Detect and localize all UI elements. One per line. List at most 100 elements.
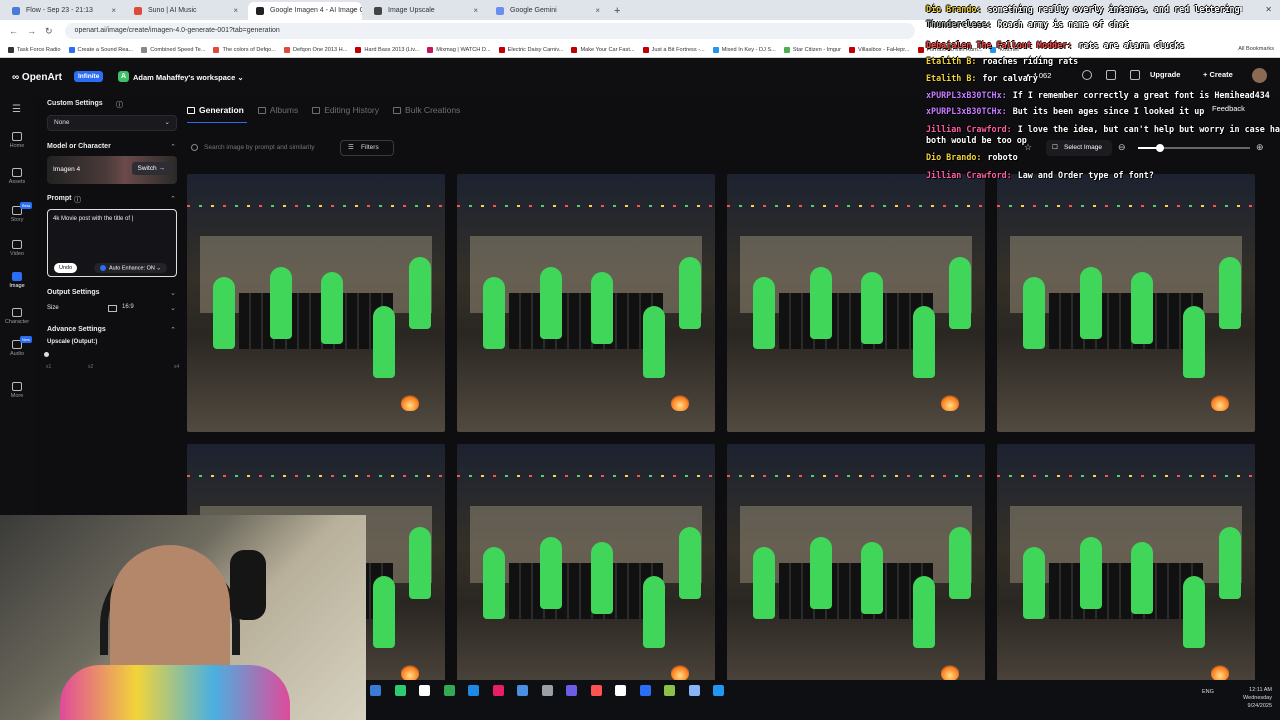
system-clock[interactable]: 12:11 AM Wednesday 9/24/2025 bbox=[1243, 686, 1272, 710]
tab-bulk-creations[interactable]: Bulk Creations bbox=[393, 103, 460, 117]
prompt-textarea[interactable]: 4k Movie post with the title of | Undo A… bbox=[47, 209, 177, 277]
frog-costume-figure bbox=[912, 575, 935, 648]
taskbar-app-icon[interactable] bbox=[590, 685, 602, 696]
taskbar-app-icon[interactable] bbox=[713, 685, 724, 696]
os-taskbar: ENG 12:11 AM Wednesday 9/24/2025 bbox=[366, 680, 1280, 720]
frog-costume-figure bbox=[948, 526, 971, 599]
new-tab-icon[interactable]: + bbox=[614, 2, 620, 20]
webcam-overlay bbox=[0, 515, 366, 720]
forward-icon[interactable]: → bbox=[27, 26, 36, 36]
bookmark-item[interactable]: Electric Daisy Carniv... bbox=[498, 46, 563, 53]
browser-tab[interactable]: Google Gemini × bbox=[488, 2, 606, 20]
chat-text: for calvary bbox=[982, 73, 1038, 83]
taskbar-app-icon[interactable] bbox=[468, 685, 479, 696]
generated-image[interactable] bbox=[997, 444, 1255, 702]
bookmark-item[interactable]: The colors of Defqo... bbox=[213, 46, 276, 53]
image-search-input[interactable]: Search image by prompt and similarity bbox=[187, 140, 337, 156]
generated-image[interactable] bbox=[997, 174, 1255, 432]
rail-item-home[interactable]: Home bbox=[0, 132, 34, 149]
chat-text: Law and Order type of font? bbox=[1017, 170, 1154, 180]
chat-text: roaches riding rats bbox=[982, 56, 1079, 66]
undo-button[interactable]: Undo bbox=[54, 263, 78, 273]
chat-message: Jillian Crawford: I love the idea, but ca… bbox=[926, 124, 1280, 134]
taskbar-app-icon[interactable] bbox=[664, 685, 675, 696]
rail-item-label: Assets bbox=[8, 179, 26, 185]
bookmark-item[interactable]: Star Citizen - Imgur bbox=[783, 46, 841, 53]
browser-tab[interactable]: Google Imagen 4 - AI Image G... × bbox=[248, 2, 362, 20]
bookmark-label: Mixed In Key - DJ S... bbox=[721, 46, 776, 53]
chat-username: Thunderclese: bbox=[926, 19, 992, 29]
frog-costume-figure bbox=[372, 305, 395, 378]
advanced-settings-heading: Advance Settings bbox=[47, 326, 106, 333]
rail-item-story[interactable]: Story Beta bbox=[0, 202, 34, 223]
generated-image[interactable] bbox=[727, 174, 985, 432]
chevron-up-icon[interactable]: ⌃ bbox=[170, 195, 176, 203]
info-icon[interactable]: ⓘ bbox=[116, 100, 123, 110]
upscale-slider-handle[interactable] bbox=[44, 352, 49, 357]
bookmark-label: Just a Bit Fortress -... bbox=[651, 46, 705, 53]
generated-image[interactable] bbox=[457, 444, 715, 702]
rail-item-more[interactable]: More bbox=[0, 382, 34, 399]
bookmark-item[interactable]: Villasibox - FaHepr... bbox=[849, 46, 910, 53]
taskbar-app-icon[interactable] bbox=[394, 685, 406, 696]
tab-label: Google Gemini bbox=[510, 7, 557, 14]
rail-item-character[interactable]: Character bbox=[0, 308, 34, 325]
close-tab-icon[interactable]: × bbox=[233, 2, 238, 20]
taskbar-app-icon[interactable] bbox=[688, 685, 700, 696]
chat-username: xPURPL3xB30TCHx: bbox=[926, 90, 1007, 100]
chevron-down-icon[interactable]: ⌄ bbox=[170, 289, 176, 297]
taskbar-app-icon[interactable] bbox=[639, 685, 651, 696]
rail-item-image[interactable]: Image bbox=[0, 272, 34, 289]
taskbar-app-icon[interactable] bbox=[615, 685, 626, 696]
taskbar-app-icon[interactable] bbox=[517, 685, 528, 696]
rail-item-video[interactable]: Video bbox=[0, 240, 34, 257]
info-icon[interactable]: ⓘ bbox=[74, 195, 81, 205]
url-field[interactable]: openart.ai/image/create/imagen-4.0-gener… bbox=[64, 23, 915, 39]
taskbar-app-icon[interactable] bbox=[419, 685, 430, 696]
taskbar-app-icon[interactable] bbox=[541, 685, 553, 696]
taskbar-app-icon[interactable] bbox=[370, 685, 381, 696]
chevron-up-icon[interactable]: ⌃ bbox=[170, 326, 176, 334]
switch-model-button[interactable]: Switch → bbox=[131, 162, 171, 175]
bookmark-item[interactable]: Hard Bass 2013 (Liv... bbox=[355, 46, 419, 53]
bookmark-item[interactable]: Make Your Car Fast... bbox=[571, 46, 635, 53]
frog-costume-figure bbox=[408, 526, 431, 599]
tab-generation[interactable]: Generation bbox=[187, 103, 244, 117]
chevron-down-icon[interactable]: ⌄ bbox=[170, 304, 176, 312]
browser-tab[interactable]: Image Upscale × bbox=[366, 2, 484, 20]
string-lights bbox=[187, 474, 445, 477]
chat-username: Dio Brando: bbox=[926, 4, 982, 14]
streamer-shirt bbox=[60, 665, 290, 720]
rail-item-label: Character bbox=[4, 319, 30, 325]
taskbar-app-icon[interactable] bbox=[443, 685, 455, 696]
taskbar-app-icon[interactable] bbox=[566, 685, 577, 696]
chevron-up-icon[interactable]: ⌃ bbox=[170, 143, 176, 151]
rail-item-assets[interactable]: Assets bbox=[0, 168, 34, 185]
chat-message: Dio Brando: something really overly inten… bbox=[926, 4, 1240, 14]
close-tab-icon[interactable]: × bbox=[473, 2, 478, 20]
frog-costume-figure bbox=[1022, 277, 1045, 350]
bookmark-label: Defqon One 2013 H... bbox=[292, 46, 348, 53]
rail-item-audio[interactable]: Audio New bbox=[0, 336, 34, 357]
bookmark-item[interactable]: Mixed In Key - DJ S... bbox=[712, 46, 776, 53]
close-tab-icon[interactable]: × bbox=[351, 2, 356, 20]
generated-image[interactable] bbox=[457, 174, 715, 432]
size-value[interactable]: 16:9 bbox=[122, 304, 134, 310]
language-indicator[interactable]: ENG bbox=[1202, 689, 1214, 695]
back-icon[interactable]: ← bbox=[9, 26, 18, 36]
tab-albums[interactable]: Albums bbox=[257, 103, 298, 117]
model-card[interactable]: Imagen 4 Switch → bbox=[47, 156, 177, 184]
taskbar-app-icon[interactable] bbox=[492, 685, 504, 696]
close-tab-icon[interactable]: × bbox=[595, 2, 600, 20]
bookmark-item[interactable]: Defqon One 2013 H... bbox=[283, 46, 348, 53]
auto-enhance-toggle[interactable]: Auto Enhance: ON ⌄ bbox=[94, 262, 168, 273]
generated-image[interactable] bbox=[727, 444, 985, 702]
filters-button[interactable]: ☰ Filters bbox=[340, 140, 394, 156]
custom-settings-select[interactable]: None ⌄ bbox=[47, 115, 177, 131]
bookmark-item[interactable]: Mixmag | WATCH D... bbox=[427, 46, 491, 53]
bookmark-item[interactable]: Just a Bit Fortress -... bbox=[642, 46, 705, 53]
tab-editing-history[interactable]: Editing History bbox=[312, 103, 379, 117]
generated-image[interactable] bbox=[187, 174, 445, 432]
menu-icon[interactable]: ☰ bbox=[12, 104, 21, 115]
string-lights bbox=[997, 204, 1255, 207]
